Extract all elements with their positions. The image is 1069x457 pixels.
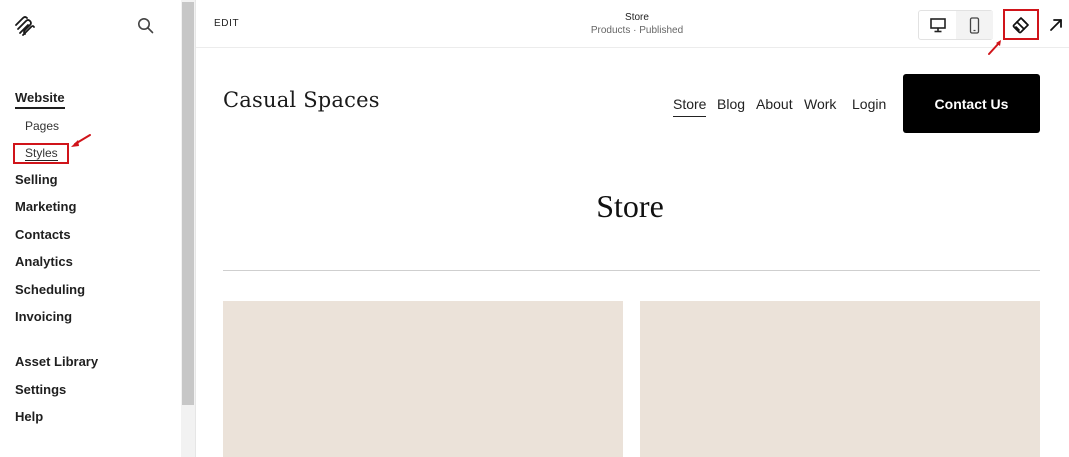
desktop-view-button[interactable]	[919, 11, 956, 39]
annotation-arrow-icon	[71, 134, 91, 147]
sidebar: Website Pages Styles Selling Marketing C…	[0, 0, 181, 457]
site-nav-store[interactable]: Store	[673, 96, 707, 117]
sidebar-scrollbar-thumb[interactable]	[182, 2, 194, 405]
search-icon[interactable]	[137, 17, 154, 34]
sidebar-item-settings[interactable]: Settings	[15, 382, 66, 398]
sidebar-item-scheduling[interactable]: Scheduling	[15, 282, 85, 298]
view-switcher	[918, 10, 993, 40]
sidebar-item-marketing[interactable]: Marketing	[15, 199, 76, 215]
annotation-arrow-icon	[988, 40, 1001, 55]
section-divider	[223, 270, 1040, 271]
page-title: Store	[625, 12, 649, 23]
sidebar-subitem-pages[interactable]: Pages	[25, 119, 59, 133]
site-nav-login[interactable]: Login	[852, 96, 886, 112]
editor-frame: EDIT Store Products · Published Casual S…	[195, 0, 1069, 457]
store-heading-text: Store	[596, 188, 664, 224]
product-card[interactable]	[223, 301, 623, 457]
desktop-icon	[929, 17, 946, 32]
site-styles-button[interactable]	[1003, 9, 1039, 40]
sidebar-item-invoicing[interactable]: Invoicing	[15, 309, 72, 325]
site-nav-work[interactable]: Work	[804, 96, 836, 112]
product-card[interactable]	[640, 301, 1040, 457]
mobile-view-button[interactable]	[956, 11, 993, 39]
site-title[interactable]: Casual Spaces	[223, 88, 380, 112]
sidebar-item-website[interactable]: Website	[15, 90, 65, 109]
sidebar-item-help[interactable]: Help	[15, 409, 43, 425]
edit-button[interactable]: EDIT	[214, 18, 239, 29]
editor-toolbar: EDIT Store Products · Published	[196, 0, 1069, 55]
page-meta: Store Products · Published	[577, 11, 697, 37]
site-nav-about[interactable]: About	[756, 96, 793, 112]
sidebar-item-selling[interactable]: Selling	[15, 172, 58, 188]
sidebar-item-analytics[interactable]: Analytics	[15, 254, 73, 270]
squarespace-logo-icon[interactable]	[14, 16, 36, 36]
store-heading: Store	[196, 188, 1069, 225]
sidebar-item-contacts[interactable]: Contacts	[15, 227, 71, 243]
styles-highlight-box	[13, 143, 69, 164]
site-nav-blog[interactable]: Blog	[717, 96, 745, 112]
contact-us-button[interactable]: Contact Us	[903, 74, 1040, 133]
sidebar-item-asset-library[interactable]: Asset Library	[15, 354, 98, 370]
mobile-icon	[969, 16, 980, 34]
paintbrush-icon	[1012, 16, 1029, 33]
arrow-up-right-icon[interactable]	[1047, 16, 1065, 34]
page-status: Products · Published	[590, 25, 684, 36]
